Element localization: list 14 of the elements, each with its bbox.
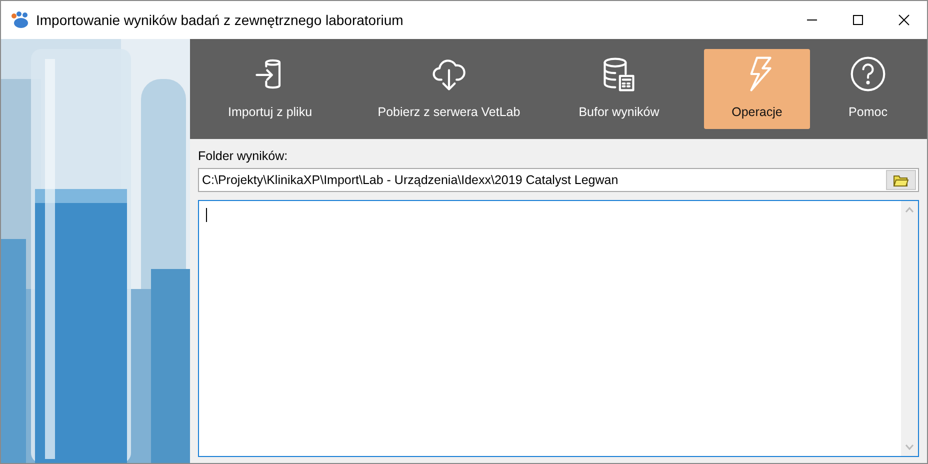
- toolbar-button[interactable]: Pomoc: [810, 49, 926, 129]
- paw-icon: [10, 11, 30, 29]
- close-button[interactable]: [898, 14, 910, 26]
- toolbar-button[interactable]: Importuj z pliku: [190, 49, 350, 129]
- toolbar-button[interactable]: Pobierz z serwera VetLab: [350, 49, 548, 129]
- folder-path-field[interactable]: C:\Projekty\KlinikaXP\Import\Lab - Urządzenia\Idexx\2019 Catalyst Legwan: [198, 168, 919, 192]
- folder-icon: [893, 174, 909, 186]
- window-title: Importowanie wyników badań z zewnętrznego laboratorium: [36, 12, 404, 28]
- toolbar-button[interactable]: Operacje: [704, 49, 810, 129]
- maximize-button[interactable]: [852, 14, 864, 26]
- toolbar-button[interactable]: Bufor wyników: [548, 49, 690, 129]
- browse-button[interactable]: [886, 170, 916, 190]
- help-icon: [849, 55, 887, 93]
- field-label: Folder wyników:: [198, 149, 289, 163]
